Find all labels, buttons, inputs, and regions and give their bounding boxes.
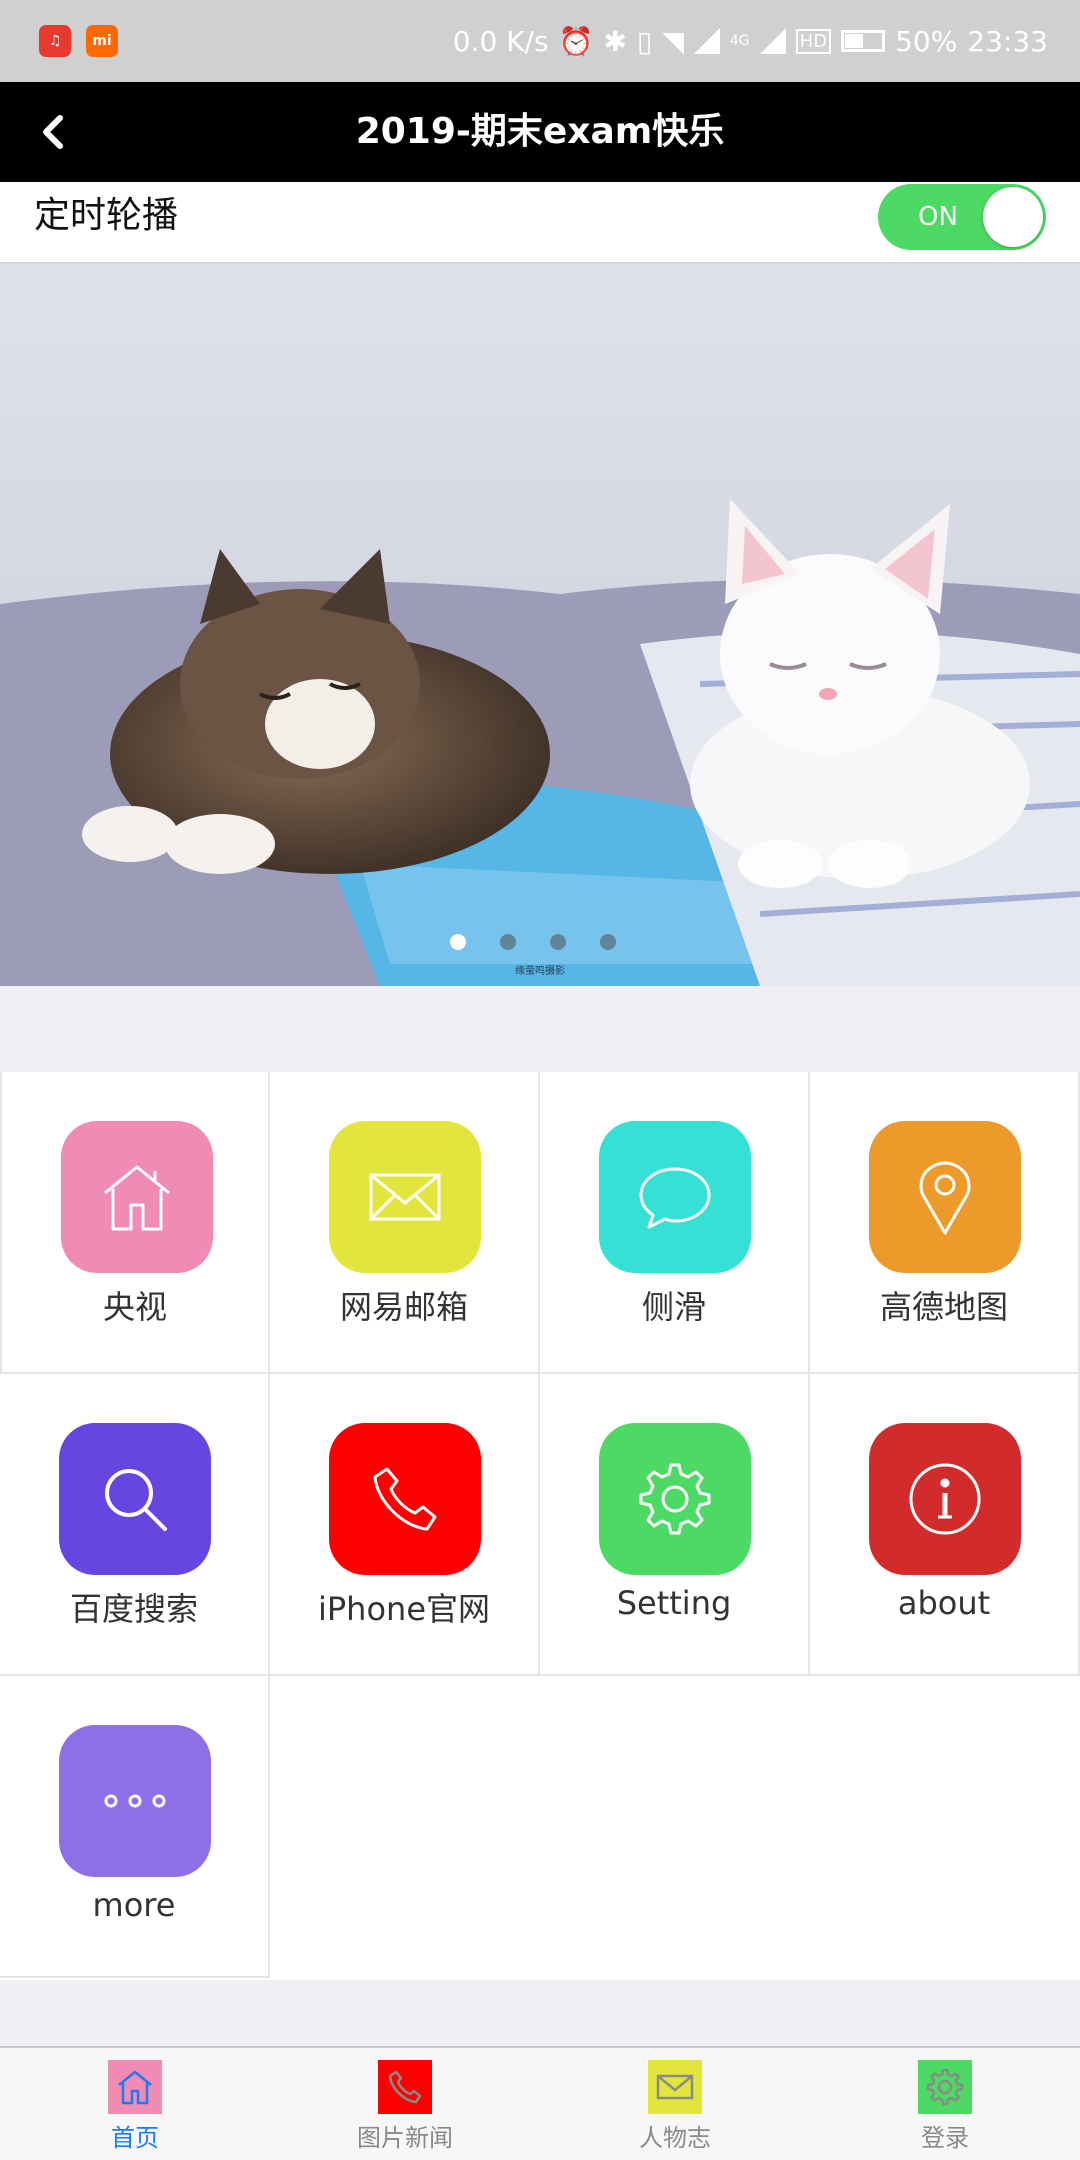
signal-icon	[693, 28, 720, 54]
carousel-dot-3[interactable]	[550, 934, 566, 950]
info-icon	[909, 1463, 981, 1535]
more-dots-icon	[104, 1794, 166, 1808]
tab-home[interactable]: 首页	[0, 2048, 270, 2160]
grid-item-side-slide[interactable]: 侧滑	[540, 1072, 810, 1374]
battery-percent: 50%	[895, 24, 958, 58]
vibrate-icon: ▯	[636, 24, 653, 58]
grid-tile-about	[869, 1423, 1021, 1575]
tab-people-label: 人物志	[639, 2124, 711, 2152]
navigation-bar: 2019-期末exam快乐	[0, 82, 1080, 182]
network-speed: 0.0 K/s	[452, 24, 549, 58]
search-icon	[105, 1469, 167, 1531]
phone-icon	[378, 2060, 432, 2114]
map-pin-icon	[919, 1161, 971, 1235]
tab-photo-news[interactable]: 图片新闻	[270, 2048, 540, 2160]
page-title: 2019-期末exam快乐	[355, 111, 725, 152]
mail-icon	[369, 1173, 441, 1221]
grid-label-cctv: 央视	[102, 1288, 167, 1326]
grid-item-iphone-site[interactable]: iPhone官网	[270, 1374, 540, 1676]
grid-item-cctv[interactable]: 央视	[0, 1072, 270, 1374]
grid-label-about: about	[897, 1584, 991, 1622]
grid-item-amap[interactable]: 高德地图	[810, 1072, 1080, 1374]
home-icon	[104, 1165, 170, 1231]
auto-carousel-toggle[interactable]: ON	[878, 184, 1046, 250]
grid-tile-baidu-search	[59, 1423, 211, 1575]
grid-item-setting[interactable]: Setting	[540, 1374, 810, 1676]
auto-carousel-row: 定时轮播 ON	[0, 182, 1080, 264]
grid-label-amap: 高德地图	[879, 1288, 1008, 1326]
network-type: 4G	[729, 33, 750, 49]
status-bar-right: 0.0 K/s ⏰ ✱ ▯ ◥ 4G HD 50% 23:33	[453, 18, 1048, 64]
grid-tile-iphone-site	[329, 1423, 481, 1575]
grid-label-baidu-search: 百度搜索	[69, 1590, 198, 1628]
tab-people[interactable]: 人物志	[540, 2048, 810, 2160]
grid-tile-amap	[869, 1121, 1021, 1273]
mail-icon	[648, 2060, 702, 2114]
banner-watermark: 缘萤鸣摄影	[515, 964, 565, 977]
alarm-icon: ⏰	[558, 24, 594, 58]
grid-label-side-slide: 侧滑	[641, 1288, 706, 1326]
grid-tile-cctv	[61, 1121, 213, 1273]
grid-tile-side-slide	[599, 1121, 751, 1273]
battery-icon	[841, 30, 886, 52]
tab-photo-news-label: 图片新闻	[357, 2124, 453, 2152]
wifi-icon: ◥	[662, 24, 684, 58]
carousel-dot-1[interactable]	[450, 934, 466, 950]
tab-login[interactable]: 登录	[810, 2048, 1080, 2160]
carousel-dot-2[interactable]	[500, 934, 516, 950]
home-icon	[108, 2060, 162, 2114]
toggle-state-text: ON	[918, 202, 958, 232]
status-bar: ♫ mi 0.0 K/s ⏰ ✱ ▯ ◥ 4G HD 50% 23:33	[0, 0, 1080, 82]
mi-app-icon: mi	[86, 25, 118, 57]
gear-icon	[639, 1463, 711, 1535]
phone-icon	[373, 1467, 437, 1531]
feature-grid: 央视 网易邮箱 侧滑 高德地图 百度搜索 iPhone官网 Setting ab…	[0, 1072, 1080, 1980]
grid-tile-163-mail	[329, 1121, 481, 1273]
clock: 23:33	[967, 24, 1048, 58]
image-carousel[interactable]: 缘萤鸣摄影	[0, 264, 1080, 986]
toggle-knob	[983, 187, 1043, 247]
grid-item-more[interactable]: more	[0, 1676, 270, 1978]
gear-icon	[918, 2060, 972, 2114]
hd-badge: HD	[795, 28, 832, 54]
carousel-dot-4[interactable]	[600, 934, 616, 950]
banner-image-kittens: 缘萤鸣摄影	[0, 264, 1080, 986]
signal-icon-2	[759, 28, 786, 54]
bottom-tab-bar: 首页 图片新闻 人物志 登录	[0, 2046, 1080, 2160]
grid-label-setting: Setting	[616, 1584, 732, 1622]
grid-label-more: more	[92, 1886, 176, 1924]
tab-login-label: 登录	[921, 2124, 969, 2152]
grid-item-baidu-search[interactable]: 百度搜索	[0, 1374, 270, 1676]
carousel-pagination	[450, 934, 616, 954]
grid-item-163-mail[interactable]: 网易邮箱	[270, 1072, 540, 1374]
netease-music-icon: ♫	[39, 25, 71, 57]
grid-label-iphone-site: iPhone官网	[317, 1590, 491, 1628]
auto-carousel-label: 定时轮播	[34, 195, 179, 236]
grid-label-163-mail: 网易邮箱	[339, 1288, 468, 1326]
grid-tile-more	[59, 1725, 211, 1877]
grid-item-about[interactable]: about	[810, 1374, 1080, 1676]
bluetooth-icon: ✱	[603, 24, 627, 58]
tab-home-label: 首页	[111, 2124, 159, 2152]
chat-bubble-icon	[639, 1167, 711, 1229]
grid-tile-setting	[599, 1423, 751, 1575]
